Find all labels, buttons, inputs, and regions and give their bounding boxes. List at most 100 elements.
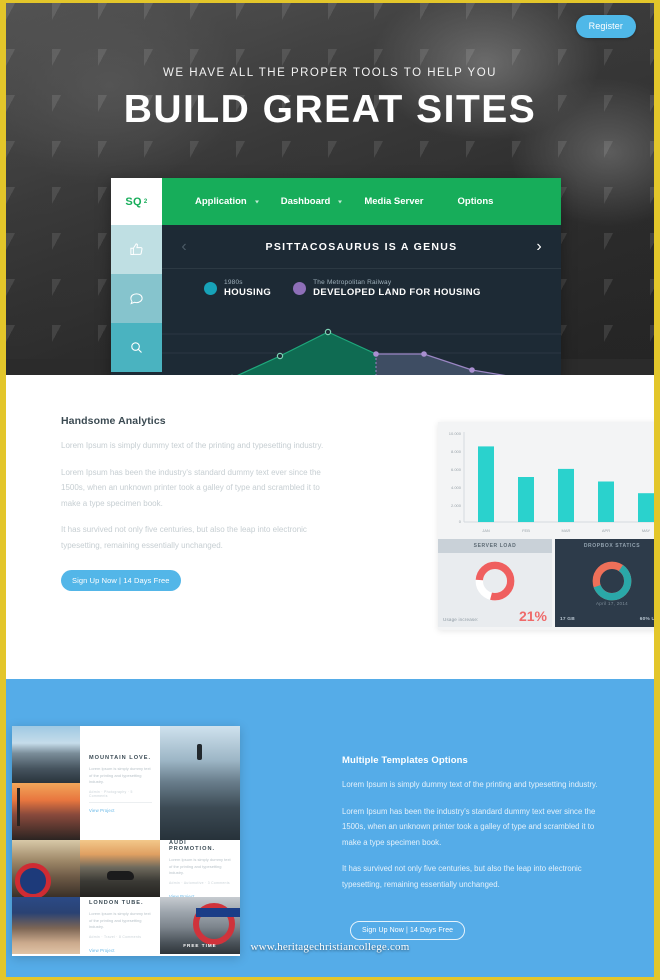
svg-text:2.000: 2.000 — [451, 503, 462, 508]
card-title: LONDON TUBE. — [89, 900, 144, 907]
legend-main: DEVELOPED LAND FOR HOUSING — [313, 287, 481, 298]
hero-kicker: WE HAVE ALL THE PROPER TOOLS TO HELP YOU — [163, 67, 497, 79]
card-meta: Admin · Travel · 8 Comments — [89, 934, 142, 939]
analytics-paragraph-3: It has survived not only five centuries,… — [61, 525, 307, 550]
page-content: Register WE HAVE ALL THE PROPER TOOLS TO… — [6, 3, 654, 977]
svg-text:APR: APR — [602, 528, 610, 533]
mockup-navbar: SQ 2 Application Dashboard Media Server O… — [111, 178, 561, 225]
templates-grid: MOUNTAIN LOVE. Lorem Ipsum is simply dum… — [12, 726, 240, 956]
legend-sub: The Metropolitan Railway — [313, 279, 392, 286]
grid-photo-tube-roundel[interactable] — [12, 897, 80, 954]
widget-server-load-title: SERVER LOAD — [438, 539, 552, 553]
widget-server-load-body: Usage increase: 21% — [438, 553, 552, 627]
analytics-paragraph-1: Lorem Ipsum is simply dummy text of the … — [61, 441, 324, 450]
bar-chart: 10.000 8.000 6.000 4.000 2.000 0 JAN FEB… — [438, 422, 654, 539]
grid-photo-underground[interactable]: FREE TIME — [160, 897, 240, 954]
template-card-audi-promotion[interactable]: AUDI PROMOTION. Lorem Ipsum is simply du… — [160, 840, 240, 897]
mockup-slider: ‹ PSITTACOSAURUS IS A GENUS › — [162, 225, 561, 269]
dropbox-date: April 17, 2014 — [596, 601, 628, 606]
svg-text:MAY: MAY — [642, 528, 651, 533]
hero-section: Register WE HAVE ALL THE PROPER TOOLS TO… — [6, 3, 654, 375]
legend-main: HOUSING — [224, 287, 272, 298]
bar-chart-svg: 10.000 8.000 6.000 4.000 2.000 0 JAN FEB… — [449, 431, 654, 533]
card-divider — [89, 801, 152, 803]
mockup-logo-sup: 2 — [143, 198, 148, 205]
template-card-mountain-love[interactable]: MOUNTAIN LOVE. Lorem Ipsum is simply dum… — [80, 726, 160, 840]
mockup-nav-media-server[interactable]: Media Server — [347, 196, 440, 207]
hero-title: BUILD GREAT SITES — [123, 88, 537, 131]
analytics-signup-button[interactable]: Sign Up Now | 14 Days Free — [61, 570, 181, 591]
mockup-nav-links: Application Dashboard Media Server Optio… — [162, 178, 561, 225]
app-mockup: SQ 2 Application Dashboard Media Server O… — [111, 178, 561, 375]
templates-paragraph-2: Lorem Ipsum has been the industry's stan… — [342, 806, 596, 847]
card-meta: Admin · Photography · 5 Comments — [89, 789, 133, 798]
legend-sub: 1980s — [224, 279, 243, 286]
templates-copy: Multiple Templates Options Lorem Ipsum i… — [342, 755, 604, 940]
server-load-label: Usage increase: — [443, 617, 479, 622]
mockup-logo[interactable]: SQ 2 — [111, 178, 162, 225]
svg-text:FEB: FEB — [522, 528, 530, 533]
register-button[interactable]: Register — [575, 15, 636, 38]
mockup-nav-options[interactable]: Options — [441, 196, 511, 207]
svg-text:0: 0 — [459, 519, 462, 524]
card-view-project-link[interactable]: View Project — [89, 948, 152, 953]
card-excerpt: Lorem Ipsum is simply dummy text of the … — [89, 766, 151, 785]
templates-signup-button[interactable]: Sign Up Now | 14 Days Free — [350, 921, 466, 940]
slider-prev-icon[interactable]: ‹ — [162, 238, 206, 255]
templates-paragraph-1: Lorem Ipsum is simply dummy text of the … — [342, 780, 598, 789]
slider-next-icon[interactable]: › — [517, 238, 561, 255]
analytics-paragraph-2: Lorem Ipsum has been the industry's stan… — [61, 467, 321, 508]
slider-title: PSITTACOSAURUS IS A GENUS — [265, 240, 458, 253]
mockup-area-chart — [162, 320, 561, 375]
mockup-sidebar — [111, 225, 162, 375]
mockup-legend: 1980s HOUSING The Metropolitan Railway D… — [162, 269, 561, 307]
legend-item-developed-land: The Metropolitan Railway DEVELOPED LAND … — [293, 278, 481, 298]
legend-item-housing: 1980s HOUSING — [204, 278, 271, 298]
analytics-copy: Handsome Analytics Lorem Ipsum is simply… — [61, 415, 336, 591]
mockup-logo-text: SQ — [125, 195, 142, 208]
mockup-body: ‹ PSITTACOSAURUS IS A GENUS › 1980s HOUS… — [111, 225, 561, 375]
donut-svg — [592, 561, 632, 601]
svg-text:MAR: MAR — [562, 528, 571, 533]
legend-dot-icon — [293, 281, 307, 295]
widget-server-load-footer: Usage increase: 21% — [443, 608, 547, 624]
grid-photo-sunset-car[interactable] — [12, 783, 80, 840]
widget-dropbox-statics: DROPBOX STATICS April 17, 2014 17 GB 60%… — [555, 539, 654, 627]
grid-photo-climber[interactable] — [160, 726, 240, 840]
svg-text:8.000: 8.000 — [451, 449, 462, 454]
grid-photo-tube-station[interactable] — [12, 840, 80, 897]
comment-icon[interactable] — [111, 274, 162, 323]
widget-dropbox-footer: 17 GB 60% Used — [560, 617, 654, 623]
widget-server-load: SERVER LOAD Usage increase: 21% — [438, 539, 552, 627]
svg-text:6.000: 6.000 — [451, 467, 462, 472]
card-title: MOUNTAIN LOVE. — [89, 755, 152, 762]
svg-text:4.000: 4.000 — [451, 485, 462, 490]
donut-svg — [475, 561, 515, 601]
mockup-main: ‹ PSITTACOSAURUS IS A GENUS › 1980s HOUS… — [162, 225, 561, 375]
widget-dropbox-title: DROPBOX STATICS — [555, 539, 654, 553]
search-icon[interactable] — [111, 323, 162, 372]
templates-paragraph-3: It has survived not only five centuries,… — [342, 864, 582, 889]
mockup-nav-application[interactable]: Application — [178, 196, 264, 207]
templates-title: Multiple Templates Options — [342, 755, 468, 766]
card-title: AUDI PROMOTION. — [169, 840, 216, 853]
card-meta: Admin · Automotive · 3 Comments — [169, 880, 230, 885]
dashboard-widgets: SERVER LOAD Usage increase: 21% DROPBOX … — [438, 539, 654, 627]
analytics-title: Handsome Analytics — [61, 415, 166, 427]
analytics-dashboard-card: 10.000 8.000 6.000 4.000 2.000 0 JAN FEB… — [438, 422, 654, 630]
template-card-london-tube[interactable]: LONDON TUBE. Lorem Ipsum is simply dummy… — [80, 897, 160, 954]
card-view-project-link[interactable]: View Project — [89, 808, 152, 813]
grid-photo-audi-road[interactable] — [80, 840, 160, 897]
server-load-value: 21% — [518, 608, 547, 624]
svg-text:JAN: JAN — [482, 528, 490, 533]
dropbox-used-label: 60% Used — [639, 617, 654, 622]
thumbs-up-icon[interactable] — [111, 225, 162, 274]
widget-dropbox-body: April 17, 2014 17 GB 60% Used — [555, 553, 654, 627]
server-load-donut-chart — [473, 559, 517, 608]
grid-photo-mountain-bike[interactable] — [12, 726, 80, 783]
free-time-label: FREE TIME — [183, 943, 217, 948]
card-excerpt: Lorem Ipsum is simply dummy text of the … — [169, 857, 231, 876]
dropbox-size-label: 17 GB — [560, 617, 575, 622]
legend-dot-icon — [204, 281, 217, 295]
mockup-nav-dashboard[interactable]: Dashboard — [264, 196, 348, 207]
